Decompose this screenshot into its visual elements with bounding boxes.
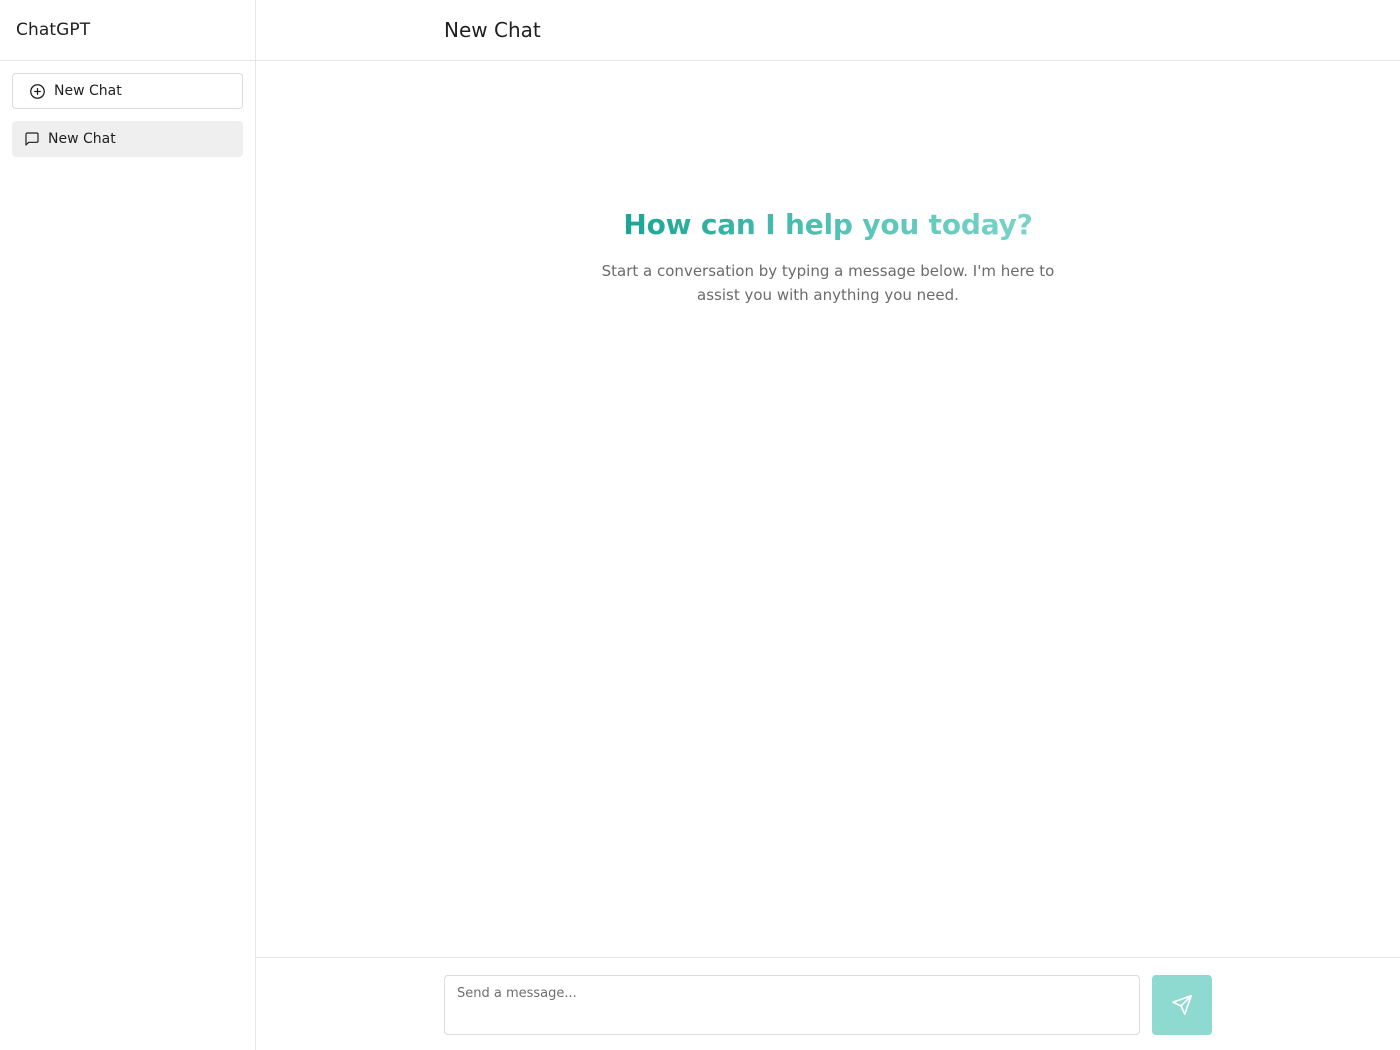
sidebar: ChatGPT New Chat New Chat (0, 0, 256, 1050)
welcome-heading: How can I help you today? (623, 208, 1033, 241)
chat-header: New Chat (256, 0, 1400, 61)
welcome-panel: How can I help you today? Start a conver… (256, 208, 1400, 307)
welcome-subtext: Start a conversation by typing a message… (601, 262, 1055, 304)
message-composer (256, 957, 1400, 1050)
main-panel: New Chat How can I help you today? Start… (256, 0, 1400, 1050)
new-chat-button-label: New Chat (54, 83, 122, 99)
plus-circle-icon (29, 83, 46, 100)
chat-title: New Chat (444, 18, 541, 42)
message-input[interactable] (444, 975, 1140, 1035)
new-chat-button[interactable]: New Chat (12, 73, 243, 109)
app-title: ChatGPT (16, 20, 91, 40)
send-icon (1171, 994, 1193, 1016)
sidebar-chat-item-label: New Chat (48, 131, 116, 147)
send-button[interactable] (1152, 975, 1212, 1035)
sidebar-chat-item[interactable]: New Chat (12, 121, 243, 157)
sidebar-header: ChatGPT (0, 0, 255, 61)
message-square-icon (24, 131, 40, 147)
app-root: ChatGPT New Chat New Chat New Chat How c… (0, 0, 1400, 1050)
